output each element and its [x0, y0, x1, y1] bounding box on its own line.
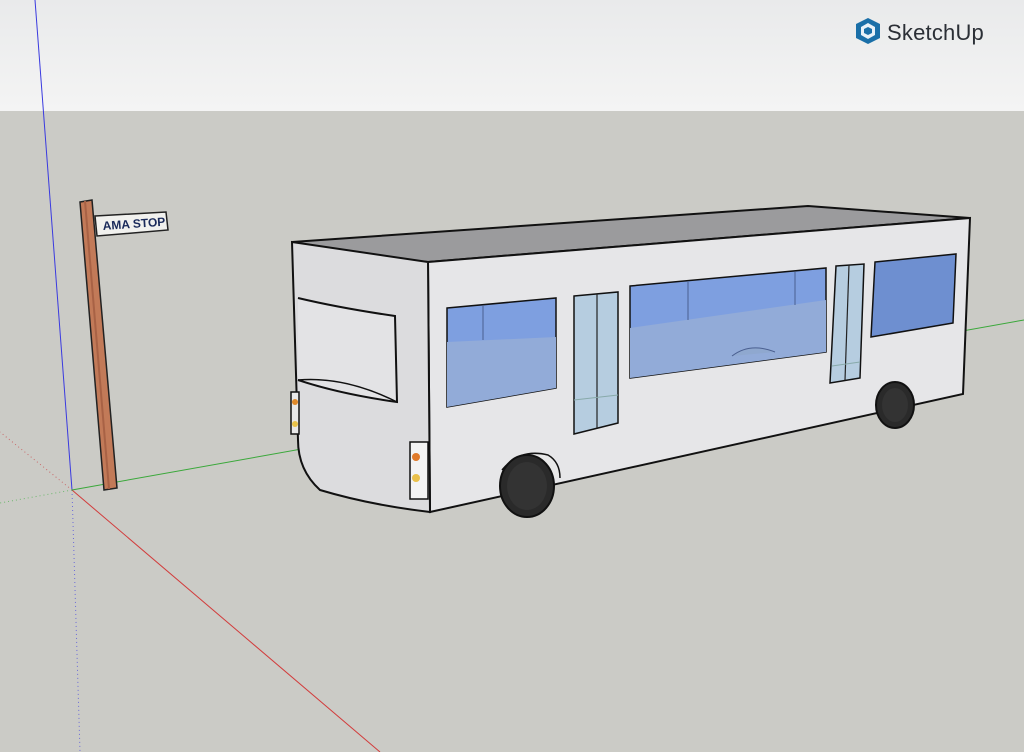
red-axis-negative [0, 431, 73, 491]
red-axis [71, 489, 381, 752]
bus-model[interactable] [290, 204, 972, 518]
blue-axis-negative [71, 489, 81, 752]
bus-door-2 [829, 263, 865, 384]
bus-stop-sign[interactable]: AMA STOP [94, 211, 169, 237]
bus-rear-wheel [875, 381, 915, 429]
sketchup-logo-icon [855, 17, 881, 50]
blue-axis [34, 0, 73, 491]
green-axis-negative [0, 489, 73, 504]
bus-rear-light [290, 391, 300, 435]
bus-front-wheel [499, 452, 561, 518]
bus-headlight [409, 441, 429, 500]
scene-canvas[interactable]: AMA STOP [0, 0, 1024, 752]
bus-door-1 [573, 291, 619, 435]
app-logo-text: SketchUp [887, 20, 984, 45]
sketchup-logo: SketchUp [855, 17, 984, 49]
bus-window-3 [870, 253, 957, 338]
model-viewport[interactable]: AMA STOP SketchUp [0, 0, 1024, 752]
bus-stop-pole[interactable] [79, 199, 118, 491]
